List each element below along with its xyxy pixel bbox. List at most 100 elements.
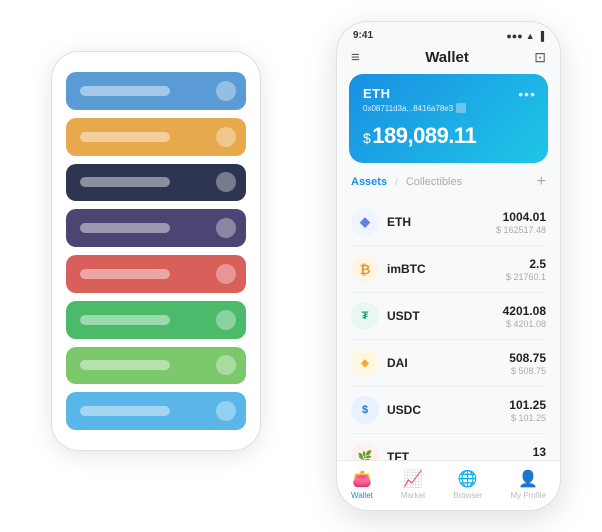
copy-icon[interactable]	[456, 103, 466, 113]
scene: 9:41 ●●● ▲ ▐ ≡ Wallet ⊡ ETH 0x08711d3a..…	[11, 11, 591, 521]
card-icon	[216, 127, 236, 147]
wallet-balance: $189,089.11	[363, 123, 534, 149]
status-time: 9:41	[353, 30, 373, 41]
browser-nav-label: Browser	[453, 491, 482, 500]
wallet-coin-name: ETH	[363, 86, 534, 101]
signal-icon: ●●●	[506, 31, 522, 41]
card-icon	[216, 81, 236, 101]
eth-icon: ◆	[351, 208, 379, 236]
wallet-nav-icon: 👛	[352, 469, 372, 489]
wallet-card-menu[interactable]: •••	[518, 86, 536, 102]
token-usd: $ 101.25	[509, 413, 546, 423]
market-nav-icon: 📈	[403, 469, 423, 489]
token-right: 13 0	[533, 445, 546, 461]
card-label	[80, 406, 170, 416]
scan-icon[interactable]: ⊡	[534, 49, 546, 66]
nav-profile[interactable]: 👤 My Profile	[510, 469, 546, 500]
card-label	[80, 132, 170, 142]
usdc-icon: $	[351, 396, 379, 424]
token-left: $ USDC	[351, 396, 421, 424]
wallet-address: 0x08711d3a...8416a78e3	[363, 103, 534, 113]
token-left: ₮ USDT	[351, 302, 420, 330]
token-row[interactable]: $ USDC 101.25 $ 101.25	[351, 387, 546, 434]
list-item[interactable]	[66, 255, 246, 293]
token-row[interactable]: 🌿 TFT 13 0	[351, 434, 546, 460]
card-label	[80, 86, 170, 96]
token-usd: $ 508.75	[509, 366, 546, 376]
status-bar: 9:41 ●●● ▲ ▐	[337, 22, 560, 45]
status-icons: ●●● ▲ ▐	[506, 31, 544, 41]
nav-market[interactable]: 📈 Market	[401, 469, 425, 500]
dai-icon: ◈	[351, 349, 379, 377]
battery-icon: ▐	[538, 31, 544, 41]
bg-phone	[51, 51, 261, 451]
menu-icon[interactable]: ≡	[351, 49, 360, 66]
token-row[interactable]: ◆ ETH 1004.01 $ 162517.48	[351, 199, 546, 246]
card-icon	[216, 172, 236, 192]
token-amount: 508.75	[509, 351, 546, 365]
token-usd: $ 4201.08	[503, 319, 546, 329]
list-item[interactable]	[66, 118, 246, 156]
assets-tabs: Assets / Collectibles	[351, 176, 462, 188]
token-row[interactable]: ₿ imBTC 2.5 $ 21760.1	[351, 246, 546, 293]
list-item[interactable]	[66, 347, 246, 385]
browser-nav-icon: 🌐	[458, 469, 478, 489]
token-list: ◆ ETH 1004.01 $ 162517.48 ₿ imBTC 2.5 $ …	[337, 199, 560, 460]
token-name: USDT	[387, 309, 420, 323]
wallet-card[interactable]: ETH 0x08711d3a...8416a78e3 $189,089.11 •…	[349, 74, 548, 163]
add-asset-button[interactable]: +	[537, 173, 546, 191]
card-label	[80, 315, 170, 325]
tab-divider: /	[395, 177, 398, 188]
fg-phone: 9:41 ●●● ▲ ▐ ≡ Wallet ⊡ ETH 0x08711d3a..…	[336, 21, 561, 511]
bottom-nav: 👛 Wallet 📈 Market 🌐 Browser 👤 My Profile	[337, 460, 560, 510]
token-amount: 4201.08	[503, 304, 546, 318]
usdt-icon: ₮	[351, 302, 379, 330]
nav-wallet[interactable]: 👛 Wallet	[351, 469, 373, 500]
assets-header: Assets / Collectibles +	[337, 173, 560, 199]
token-right: 508.75 $ 508.75	[509, 351, 546, 376]
card-icon	[216, 401, 236, 421]
card-icon	[216, 218, 236, 238]
token-row[interactable]: ₮ USDT 4201.08 $ 4201.08	[351, 293, 546, 340]
token-right: 2.5 $ 21760.1	[506, 257, 546, 282]
card-label	[80, 223, 170, 233]
token-row[interactable]: ◈ DAI 508.75 $ 508.75	[351, 340, 546, 387]
token-usd: $ 162517.48	[496, 225, 546, 235]
card-label	[80, 177, 170, 187]
tab-collectibles[interactable]: Collectibles	[406, 176, 462, 188]
card-icon	[216, 264, 236, 284]
token-name: imBTC	[387, 262, 426, 276]
token-name: DAI	[387, 356, 408, 370]
list-item[interactable]	[66, 209, 246, 247]
token-right: 101.25 $ 101.25	[509, 398, 546, 423]
card-icon	[216, 355, 236, 375]
token-amount: 13	[533, 445, 546, 459]
token-name: ETH	[387, 215, 411, 229]
page-title: Wallet	[425, 49, 469, 66]
token-left: ◈ DAI	[351, 349, 408, 377]
profile-nav-icon: 👤	[518, 469, 538, 489]
list-item[interactable]	[66, 72, 246, 110]
token-amount: 1004.01	[496, 210, 546, 224]
card-label	[80, 269, 170, 279]
nav-browser[interactable]: 🌐 Browser	[453, 469, 482, 500]
token-left: 🌿 TFT	[351, 443, 409, 460]
list-item[interactable]	[66, 301, 246, 339]
tab-assets[interactable]: Assets	[351, 176, 387, 188]
wallet-nav-label: Wallet	[351, 491, 373, 500]
card-label	[80, 360, 170, 370]
token-left: ₿ imBTC	[351, 255, 426, 283]
list-item[interactable]	[66, 164, 246, 202]
token-amount: 101.25	[509, 398, 546, 412]
market-nav-label: Market	[401, 491, 425, 500]
token-amount: 2.5	[506, 257, 546, 271]
token-usd: $ 21760.1	[506, 272, 546, 282]
list-item[interactable]	[66, 392, 246, 430]
token-name: TFT	[387, 450, 409, 460]
token-right: 1004.01 $ 162517.48	[496, 210, 546, 235]
token-left: ◆ ETH	[351, 208, 411, 236]
phone-header: ≡ Wallet ⊡	[337, 45, 560, 74]
card-icon	[216, 310, 236, 330]
imbtc-icon: ₿	[351, 255, 379, 283]
token-right: 4201.08 $ 4201.08	[503, 304, 546, 329]
